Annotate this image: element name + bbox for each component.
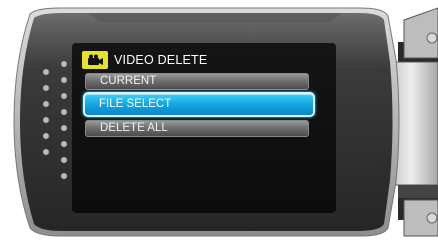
menu-title: VIDEO DELETE <box>114 53 208 67</box>
video-camera-icon <box>82 51 108 69</box>
menu-header: VIDEO DELETE <box>82 50 207 70</box>
menu-item-label: FILE SELECT <box>99 98 172 110</box>
menu-item-delete-all[interactable]: DELETE ALL <box>85 120 309 137</box>
menu-item-label: DELETE ALL <box>100 122 168 134</box>
menu-item-file-select[interactable]: FILE SELECT <box>83 92 315 117</box>
menu-item-current[interactable]: CURRENT <box>85 73 309 90</box>
menu-item-label: CURRENT <box>100 75 157 87</box>
